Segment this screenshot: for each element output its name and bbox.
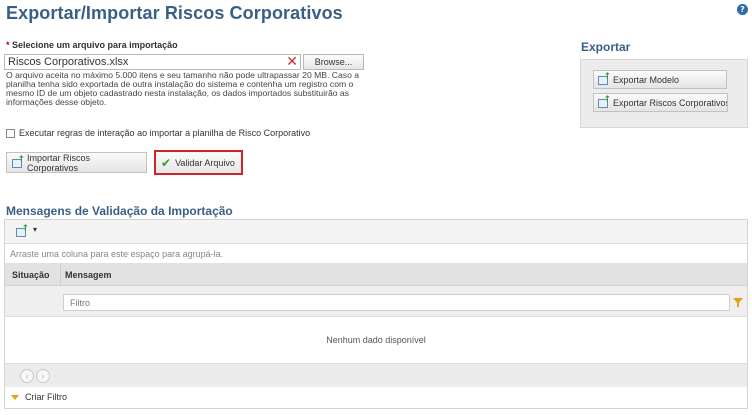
import-help-text: O arquivo aceita no máximo 5.000 itens e… xyxy=(6,70,360,107)
file-input[interactable]: Riscos Corporativos.xlsx ✕ xyxy=(4,54,301,70)
interaction-rules-label: Executar regras de interação ao importar… xyxy=(19,128,311,138)
export-panel: ↑ Exportar Modelo ↑ Exportar Riscos Corp… xyxy=(580,59,748,128)
spreadsheet-export-icon: ↑ xyxy=(598,72,611,85)
validation-messages-heading: Mensagens de Validação da Importação xyxy=(6,204,233,218)
filter-row: Filtro xyxy=(5,286,747,317)
file-field-label: * Selecione um arquivo para importação xyxy=(6,40,178,50)
no-data-message: Nenhum dado disponível xyxy=(326,335,426,345)
pager: ‹ › xyxy=(5,363,747,387)
column-header-mensagem[interactable]: Mensagem xyxy=(65,270,112,280)
file-input-value: Riscos Corporativos.xlsx xyxy=(8,56,129,68)
interaction-rules-option[interactable]: Executar regras de interação ao importar… xyxy=(6,128,310,138)
browse-button[interactable]: Browse... xyxy=(303,54,364,70)
grid-toolbar: ↑ ▾ xyxy=(5,220,747,244)
export-heading: Exportar xyxy=(581,40,631,54)
create-filter-label: Criar Filtro xyxy=(25,392,67,402)
export-model-button[interactable]: ↑ Exportar Modelo xyxy=(593,70,727,89)
required-marker: * xyxy=(6,40,10,50)
import-risks-label: Importar Riscos Corporativos xyxy=(27,152,91,173)
filter-input[interactable]: Filtro xyxy=(63,294,730,311)
column-header-situacao[interactable]: Situação xyxy=(12,270,50,280)
spreadsheet-export-icon: ↑ xyxy=(598,95,611,108)
checkmark-icon: ✔ xyxy=(161,155,172,170)
import-risks-button[interactable]: ↑ Importar Riscos Corporativos xyxy=(6,152,147,173)
chevron-down-icon[interactable]: ▾ xyxy=(33,225,37,234)
export-risks-button[interactable]: ↑ Exportar Riscos Corporativos xyxy=(593,93,728,112)
column-divider xyxy=(60,264,61,286)
validation-grid: ↑ ▾ Arraste uma coluna para este espaço … xyxy=(4,219,748,409)
validate-file-label: Validar Arquivo xyxy=(175,157,235,168)
next-page-button[interactable]: › xyxy=(36,369,50,383)
group-drop-area[interactable]: Arraste uma coluna para este espaço para… xyxy=(5,244,747,264)
create-filter-link[interactable]: Criar Filtro xyxy=(11,392,67,402)
validate-file-button[interactable]: ✔ Validar Arquivo xyxy=(154,150,243,175)
export-model-label: Exportar Modelo xyxy=(613,74,680,85)
help-icon[interactable]: ? xyxy=(737,4,748,15)
filter-icon xyxy=(11,394,19,400)
interaction-rules-checkbox[interactable] xyxy=(6,128,15,138)
export-risks-label: Exportar Riscos Corporativos xyxy=(613,97,728,108)
file-field-label-text: Selecione um arquivo para importação xyxy=(12,40,178,50)
previous-page-button[interactable]: ‹ xyxy=(20,369,34,383)
spreadsheet-export-icon[interactable]: ↑ xyxy=(16,224,29,237)
clear-file-icon[interactable]: ✕ xyxy=(286,54,298,70)
grid-header: Situação Mensagem xyxy=(5,264,747,286)
page-title: Exportar/Importar Riscos Corporativos xyxy=(6,3,343,23)
spreadsheet-import-icon: ↑ xyxy=(12,155,25,168)
filter-icon[interactable] xyxy=(733,298,743,307)
